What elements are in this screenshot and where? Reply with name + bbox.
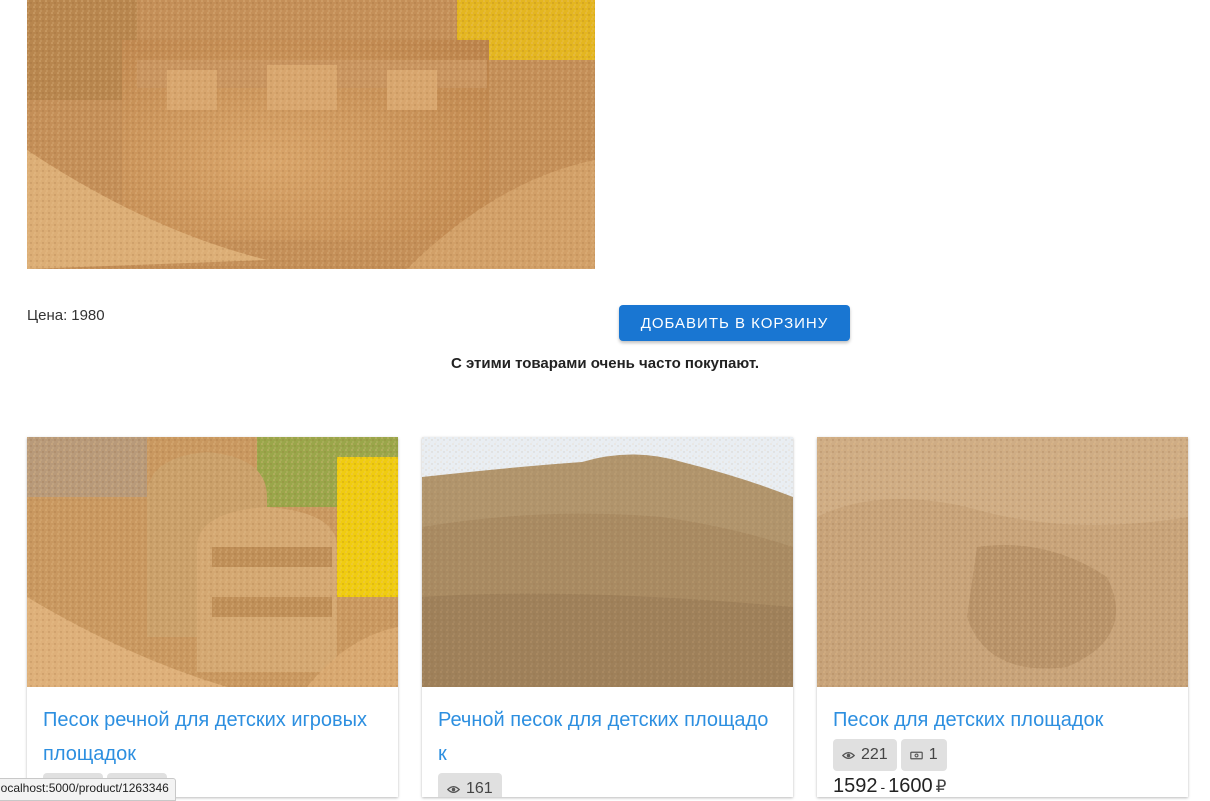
product-price: Цена: 1980 [27, 307, 105, 324]
product-main-image [27, 0, 595, 269]
orders-count: 1 [928, 746, 938, 763]
product-card-stats: 161 [438, 773, 777, 797]
status-bar-url: localhost:5000/product/1263346 [0, 778, 176, 801]
views-count: 221 [861, 746, 888, 763]
product-card[interactable]: Речной песок для детских площадок 161 [422, 437, 793, 797]
price-value: 1980 [71, 307, 105, 324]
product-card-image[interactable] [27, 437, 398, 687]
views-chip: 161 [438, 773, 502, 797]
price-to: 1600 [888, 775, 933, 797]
price-from: 1592 [833, 775, 878, 797]
money-icon [909, 751, 923, 759]
product-card[interactable]: Песок речной для детских игровых площадо… [27, 437, 398, 797]
product-card-title[interactable]: Песок речной для детских игровых площадо… [43, 703, 382, 771]
add-to-cart-button[interactable]: Добавить в корзину [619, 305, 850, 341]
eye-icon [842, 751, 855, 759]
eye-icon [447, 785, 460, 793]
product-card-stats: 221 1 [833, 739, 1172, 771]
orders-chip: 1 [900, 739, 947, 771]
views-count: 161 [466, 780, 493, 797]
product-card[interactable]: Песок для детских площадок 221 1 1592-16… [817, 437, 1188, 797]
price-label: Цена: [27, 307, 68, 324]
views-chip: 221 [833, 739, 897, 771]
product-card-image[interactable] [422, 437, 793, 687]
product-card-title[interactable]: Песок для детских площадок [833, 703, 1172, 737]
currency-symbol: ₽ [935, 777, 947, 796]
product-card-price: 1592-1600 ₽ [833, 775, 1172, 797]
product-card-image[interactable] [817, 437, 1188, 687]
product-card-title[interactable]: Речной песок для детских площадок [438, 703, 777, 771]
related-products-heading: С этими товарами очень часто покупают. [450, 355, 760, 372]
